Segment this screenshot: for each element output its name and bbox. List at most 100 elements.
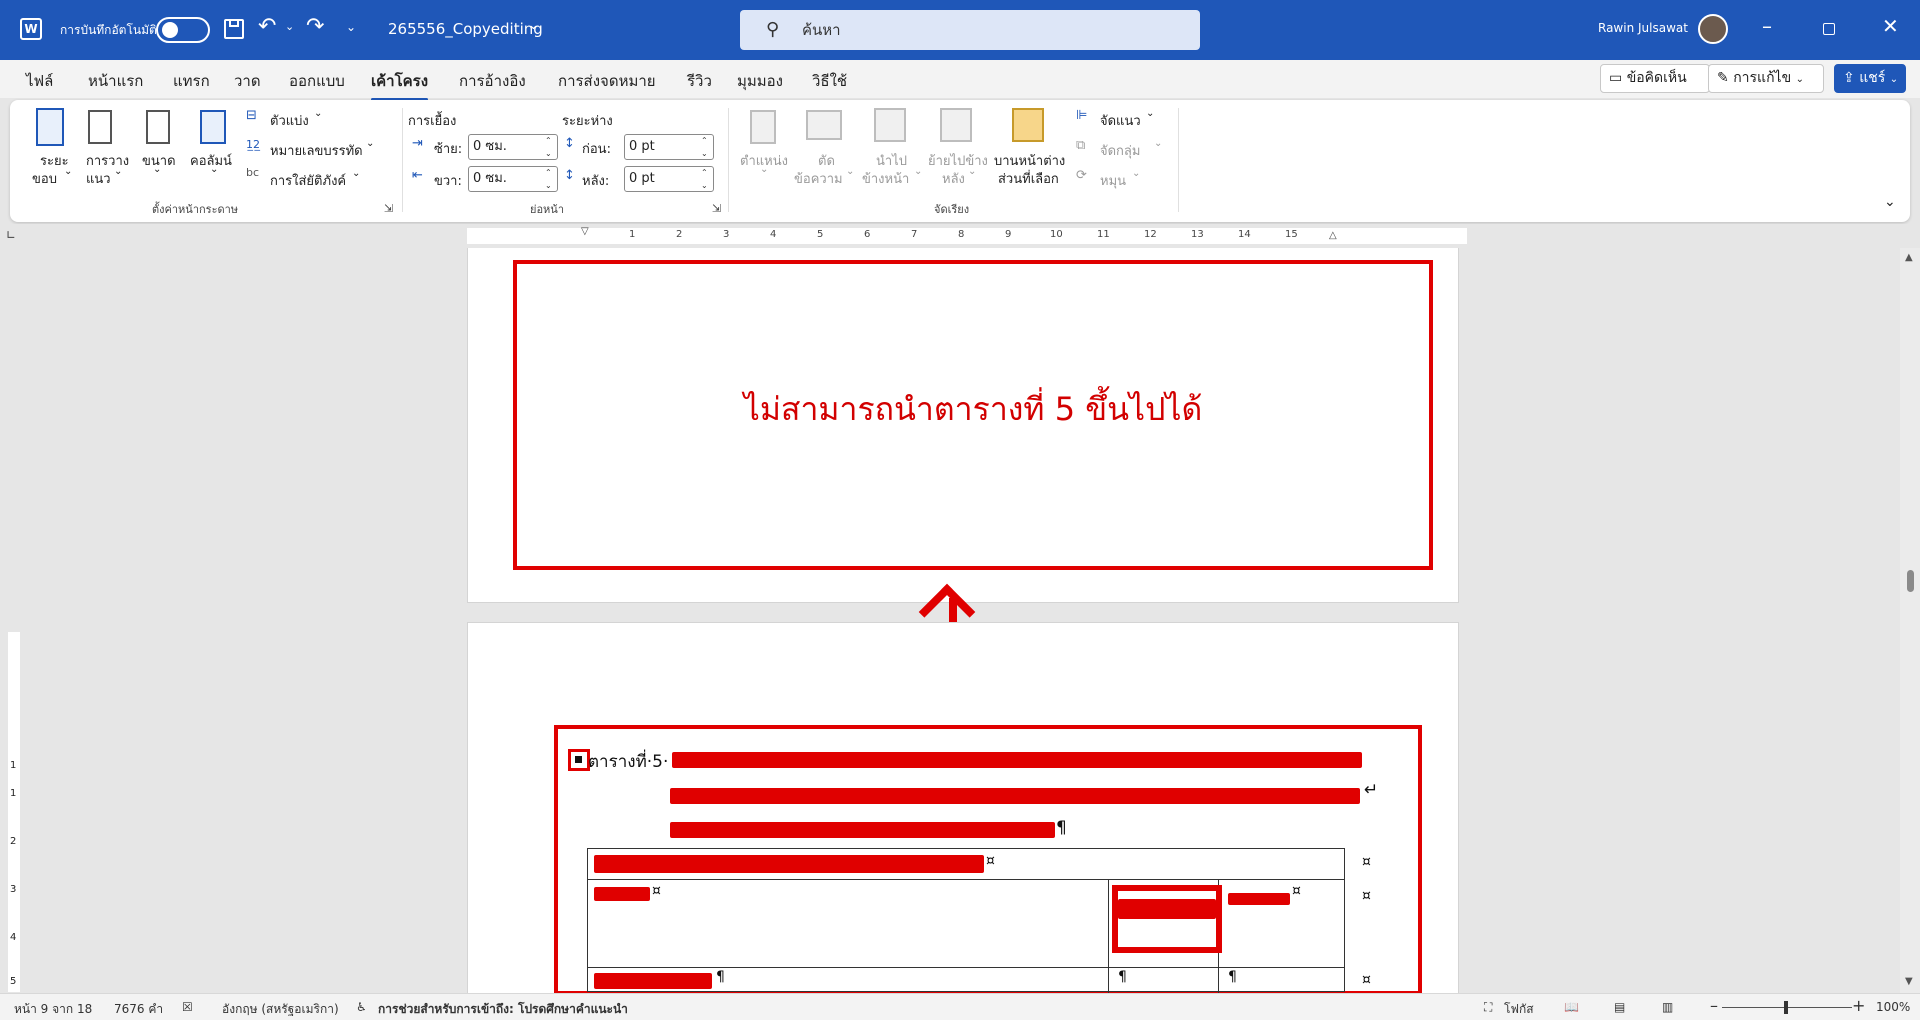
tab-layout[interactable]: เค้าโครง: [371, 69, 429, 101]
columns-icon[interactable]: [200, 110, 226, 144]
redo-icon[interactable]: ↷: [306, 14, 324, 39]
page-count[interactable]: หน้า 9 จาก 18: [14, 1000, 92, 1019]
scroll-thumb[interactable]: [1907, 570, 1914, 592]
undo-dropdown-icon[interactable]: ⌄: [285, 20, 294, 33]
user-name[interactable]: Rawin Julsawat: [1598, 21, 1688, 35]
group-separator: [728, 108, 729, 212]
tab-design[interactable]: ออกแบบ: [289, 69, 345, 93]
tab-file[interactable]: ไฟล์: [26, 69, 53, 93]
avatar[interactable]: [1698, 14, 1728, 44]
group-label: จัดกลุ่ม: [1100, 144, 1141, 159]
pencil-icon: ✎: [1717, 70, 1729, 86]
title-dropdown-icon[interactable]: ⌄: [528, 18, 539, 33]
read-mode-icon[interactable]: 📖: [1564, 1000, 1579, 1014]
print-layout-icon[interactable]: ▤: [1614, 1000, 1625, 1014]
share-button[interactable]: ⇪ แชร์ ⌄: [1834, 64, 1906, 93]
zoom-slider-thumb[interactable]: [1784, 1001, 1788, 1014]
align-label[interactable]: จัดแนว: [1100, 110, 1141, 131]
redaction: [1118, 899, 1216, 919]
cell-mark: ¤: [986, 853, 995, 869]
web-layout-icon[interactable]: ▥: [1662, 1000, 1673, 1014]
vruler-tick: 1: [10, 788, 17, 799]
scroll-up-icon[interactable]: ▲: [1905, 252, 1913, 263]
vertical-ruler[interactable]: 1 1 2 3 4 5: [6, 632, 22, 992]
tab-draw[interactable]: วาด: [234, 69, 261, 93]
selection-pane-icon[interactable]: [1012, 108, 1044, 142]
focus-icon[interactable]: ⛶: [1484, 1000, 1492, 1015]
restore-icon[interactable]: [1823, 23, 1835, 35]
spacing-before-label: ก่อน:: [582, 142, 611, 157]
tab-references[interactable]: การอ้างอิง: [459, 69, 526, 93]
vruler-tick: 5: [10, 976, 17, 987]
redaction: [594, 855, 984, 873]
redaction: [594, 887, 650, 901]
search-box[interactable]: ⚲ ค้นหา: [740, 10, 1200, 50]
tab-selector-icon[interactable]: ∟: [6, 228, 16, 242]
autosave-toggle[interactable]: [156, 17, 210, 43]
indent-left-input[interactable]: 0 ซม.: [468, 134, 558, 160]
hyphenation-label[interactable]: การใส่ยัติภังค์: [270, 170, 346, 191]
orientation-label-2[interactable]: แนว: [86, 168, 111, 189]
size-icon[interactable]: [146, 110, 170, 144]
ruler-tick: 7: [911, 229, 918, 240]
margins-label-2[interactable]: ขอบ: [32, 168, 57, 189]
close-icon[interactable]: ✕: [1882, 14, 1899, 38]
margins-icon[interactable]: [36, 108, 64, 146]
proofing-icon[interactable]: ☒: [182, 1000, 193, 1014]
indent-right-input[interactable]: 0 ซม.: [468, 166, 558, 192]
selection-pane-label-2[interactable]: ส่วนที่เลือก: [998, 168, 1059, 189]
tab-help[interactable]: วิธีใช้: [812, 69, 847, 93]
zoom-in-icon[interactable]: +: [1852, 996, 1865, 1015]
minimize-icon[interactable]: –: [1762, 14, 1772, 38]
comments-button[interactable]: ▭ ข้อคิดเห็น: [1600, 64, 1710, 93]
spacing-after-input[interactable]: 0 pt: [624, 166, 714, 192]
line-break-mark: ↵: [1364, 780, 1379, 800]
breaks-label[interactable]: ตัวแบ่ง: [270, 110, 309, 131]
language[interactable]: อังกฤษ (สหรัฐอเมริกา): [222, 1000, 339, 1019]
spacing-before-input[interactable]: 0 pt: [624, 134, 714, 160]
chevron-down-icon: ⌄: [1154, 138, 1163, 149]
dialog-launcher-icon[interactable]: ⇲: [384, 202, 393, 215]
ruler-tick: 10: [1050, 229, 1063, 240]
collapse-ribbon-icon[interactable]: ⌄: [1884, 194, 1896, 210]
word-count[interactable]: 7676 คำ: [114, 1000, 163, 1019]
focus-label[interactable]: โฟกัส: [1504, 1000, 1534, 1019]
chevron-down-icon: ⌄: [1146, 108, 1155, 119]
tab-insert[interactable]: แทรก: [173, 69, 210, 93]
group-icon: ⧉: [1076, 138, 1086, 153]
scroll-down-icon[interactable]: ▼: [1905, 976, 1913, 987]
indent-marker-icon[interactable]: △: [1329, 230, 1337, 241]
table-row-divider: [588, 967, 1344, 968]
line-numbers-label[interactable]: หมายเลขบรรทัด: [270, 140, 363, 161]
tab-view[interactable]: มุมมอง: [737, 69, 783, 93]
spacing-after-label: หลัง:: [582, 174, 610, 189]
customize-qat-icon[interactable]: ⌄: [346, 20, 356, 34]
row-end-mark: ¤: [1362, 972, 1371, 988]
zoom-level[interactable]: 100%: [1876, 1000, 1910, 1014]
document-title[interactable]: 265556_Copyediting: [388, 20, 543, 38]
editing-button[interactable]: ✎ การแก้ไข ⌄: [1708, 64, 1824, 93]
cell-mark: ¤: [1292, 883, 1301, 899]
indent-marker-icon[interactable]: ▽: [581, 226, 589, 237]
comment-icon: ▭: [1609, 70, 1623, 86]
chevron-down-icon: ⌄: [1795, 74, 1804, 85]
document-canvas[interactable]: ไม่สามารถนำตารางที่ 5 ขึ้นไปได้ ตารางที่…: [22, 248, 1900, 993]
chevron-down-icon: ⌄: [352, 168, 361, 179]
tab-review[interactable]: รีวิว: [687, 69, 712, 93]
dialog-launcher-icon[interactable]: ⇲: [712, 202, 721, 215]
tab-home[interactable]: หน้าแรก: [88, 69, 143, 93]
accessibility-status[interactable]: การช่วยสำหรับการเข้าถึง: โปรดศึกษาคำแนะน…: [378, 1000, 628, 1019]
data-table[interactable]: ¤ ¤ ¤ ¶ ¶ ¶: [587, 848, 1345, 993]
undo-icon[interactable]: ↶: [258, 14, 276, 39]
accessibility-icon[interactable]: ♿: [356, 1000, 367, 1014]
orientation-icon[interactable]: [88, 110, 112, 144]
cell-mark: ¤: [652, 883, 661, 899]
ruler-tick: 13: [1191, 229, 1204, 240]
tab-mailings[interactable]: การส่งจดหมาย: [558, 69, 656, 93]
save-icon[interactable]: [224, 19, 244, 39]
ruler-tick: 6: [864, 229, 871, 240]
page-setup-group-label: ตั้งค่าหน้ากระดาษ: [152, 203, 239, 216]
horizontal-ruler[interactable]: ∟ 1 2 3 4 5 6 7 8 9 10 11 12 13 14 15 ▽ …: [0, 224, 1920, 248]
vertical-scrollbar[interactable]: ▲ ▼: [1900, 248, 1920, 993]
zoom-out-icon[interactable]: –: [1710, 996, 1718, 1015]
